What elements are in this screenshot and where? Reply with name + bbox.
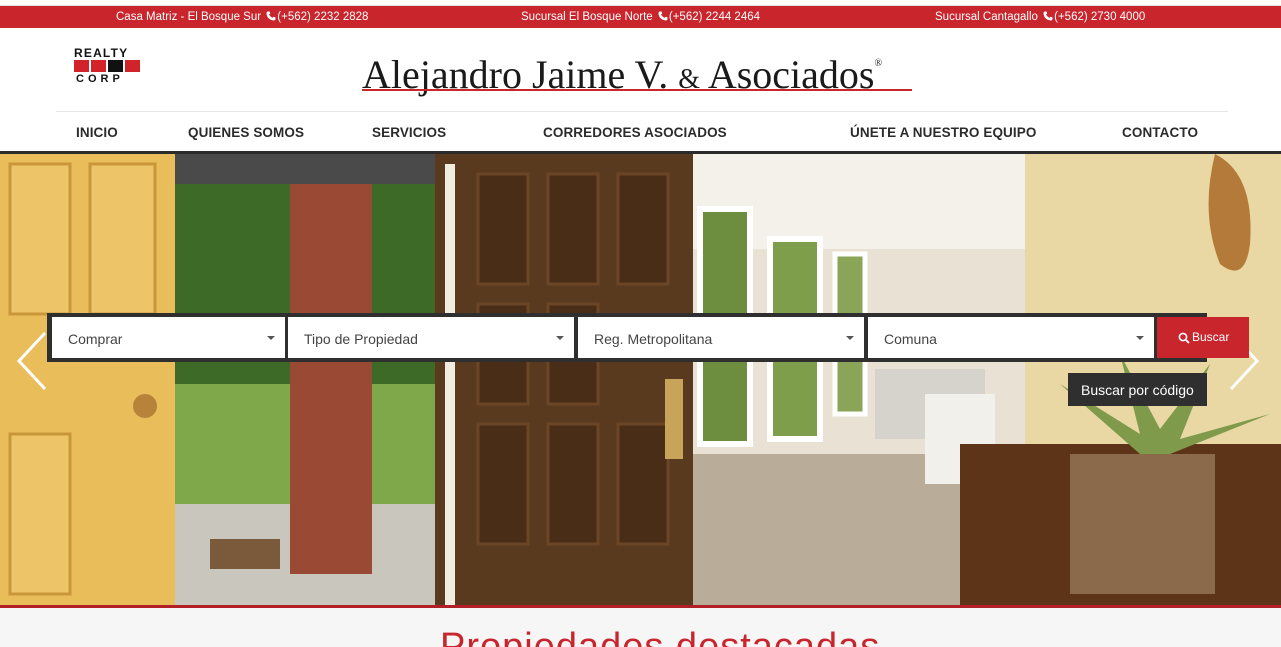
commune-select-value: Comuna (884, 331, 937, 347)
phone-icon (658, 11, 668, 21)
search-button[interactable]: Buscar (1157, 317, 1249, 358)
property-type-select-value: Tipo de Propiedad (304, 331, 418, 347)
brand-name: Alejandro Jaime V. & Asociados® (362, 52, 883, 97)
operation-select[interactable]: Comprar (52, 317, 285, 358)
featured-section: Propiedades destacadas (0, 608, 1281, 647)
location-name: Sucursal El Bosque Norte (521, 11, 653, 23)
slider-prev-arrow[interactable] (15, 331, 49, 391)
phone-icon (1043, 11, 1053, 21)
nav-item-inicio[interactable]: INICIO (76, 125, 118, 140)
search-button-label: Buscar (1192, 330, 1230, 344)
chevron-down-icon (846, 336, 854, 340)
featured-title: Propiedades destacadas (440, 626, 881, 647)
topbar-location-1: Casa Matriz - El Bosque Sur (+562) 2232 … (116, 11, 368, 24)
brand-wordmark[interactable]: Alejandro Jaime V. & Asociados® (362, 40, 922, 97)
operation-select-value: Comprar (68, 331, 123, 347)
phone-icon (266, 11, 276, 21)
nav-item-unete[interactable]: ÚNETE A NUESTRO EQUIPO (850, 125, 1036, 140)
logo-bottom-text: CORP (76, 73, 124, 85)
nav-item-corredores-asociados[interactable]: CORREDORES ASOCIADOS (543, 125, 727, 140)
region-select-value: Reg. Metropolitana (594, 331, 713, 347)
property-type-select[interactable]: Tipo de Propiedad (288, 317, 574, 358)
location-name: Casa Matriz - El Bosque Sur (116, 11, 262, 23)
region-select[interactable]: Reg. Metropolitana (578, 317, 864, 358)
location-phone[interactable]: (+562) 2244 2464 (669, 11, 760, 23)
chevron-down-icon (267, 336, 275, 340)
topbar-location-3: Sucursal Cantagallo (+562) 2730 4000 (935, 11, 1145, 24)
location-phone[interactable]: (+562) 2232 2828 (277, 11, 368, 23)
location-name: Sucursal Cantagallo (935, 11, 1038, 23)
location-phone[interactable]: (+562) 2730 4000 (1054, 11, 1145, 23)
realty-corp-logo[interactable]: REALTY CORP (74, 47, 142, 87)
contact-topbar: Casa Matriz - El Bosque Sur (+562) 2232 … (0, 6, 1281, 28)
search-icon (1178, 332, 1190, 344)
logo-blocks (74, 60, 142, 72)
topbar-location-2: Sucursal El Bosque Norte (+562) 2244 246… (521, 11, 760, 24)
nav-item-servicios[interactable]: SERVICIOS (372, 125, 446, 140)
search-by-code-label: Buscar por código (1081, 382, 1194, 398)
nav-item-contacto[interactable]: CONTACTO (1122, 125, 1198, 140)
search-by-code-button[interactable]: Buscar por código (1068, 373, 1207, 406)
brand-underline (362, 89, 912, 91)
nav-item-quienes-somos[interactable]: QUIENES SOMOS (188, 125, 304, 140)
chevron-down-icon (1136, 336, 1144, 340)
property-search-bar: Comprar Tipo de Propiedad Reg. Metropoli… (47, 313, 1249, 362)
chevron-down-icon (556, 336, 564, 340)
commune-select[interactable]: Comuna (868, 317, 1154, 358)
logo-top-text: REALTY (74, 46, 129, 60)
main-nav: INICIO QUIENES SOMOS SERVICIOS CORREDORE… (0, 112, 1281, 152)
